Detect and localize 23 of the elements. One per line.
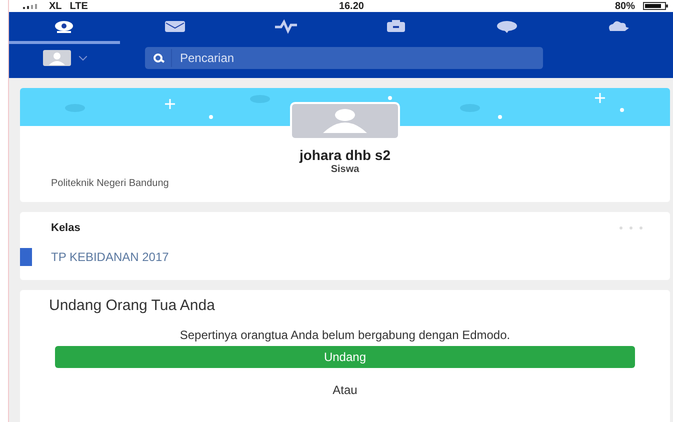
invite-button[interactable]: Undang — [55, 346, 635, 368]
carrier-label: XL — [49, 0, 62, 12]
profile-role: Siswa — [330, 164, 360, 175]
battery-percent: 80% — [614, 0, 635, 12]
or-label: Atau — [332, 383, 358, 397]
search-field[interactable]: Pencarian — [145, 47, 543, 69]
search-icon — [153, 53, 165, 63]
section-title: Undang Orang Tua Anda — [49, 297, 215, 314]
battery-icon — [642, 2, 669, 10]
avatar-icon — [290, 102, 400, 140]
class-link[interactable]: TP KEBIDANAN 2017 — [51, 250, 169, 264]
school-name: Politeknik Negeri Bandung — [51, 178, 169, 189]
search-input[interactable]: Pencarian — [178, 50, 478, 66]
invite-message: Sepertinya orangtua Anda belum bergabung dengan Edmodo. — [178, 329, 512, 342]
pulse-icon — [274, 19, 298, 34]
profile-name: johara dhb s2 — [299, 147, 391, 163]
clock-time: 16.20 — [338, 0, 364, 12]
chat-bubble-icon — [495, 19, 520, 34]
mail-icon — [163, 19, 187, 34]
account-switcher[interactable] — [43, 50, 87, 66]
chevron-down-icon — [79, 56, 87, 60]
network-label: LTE — [70, 0, 88, 12]
section-title: Kelas — [51, 222, 80, 234]
